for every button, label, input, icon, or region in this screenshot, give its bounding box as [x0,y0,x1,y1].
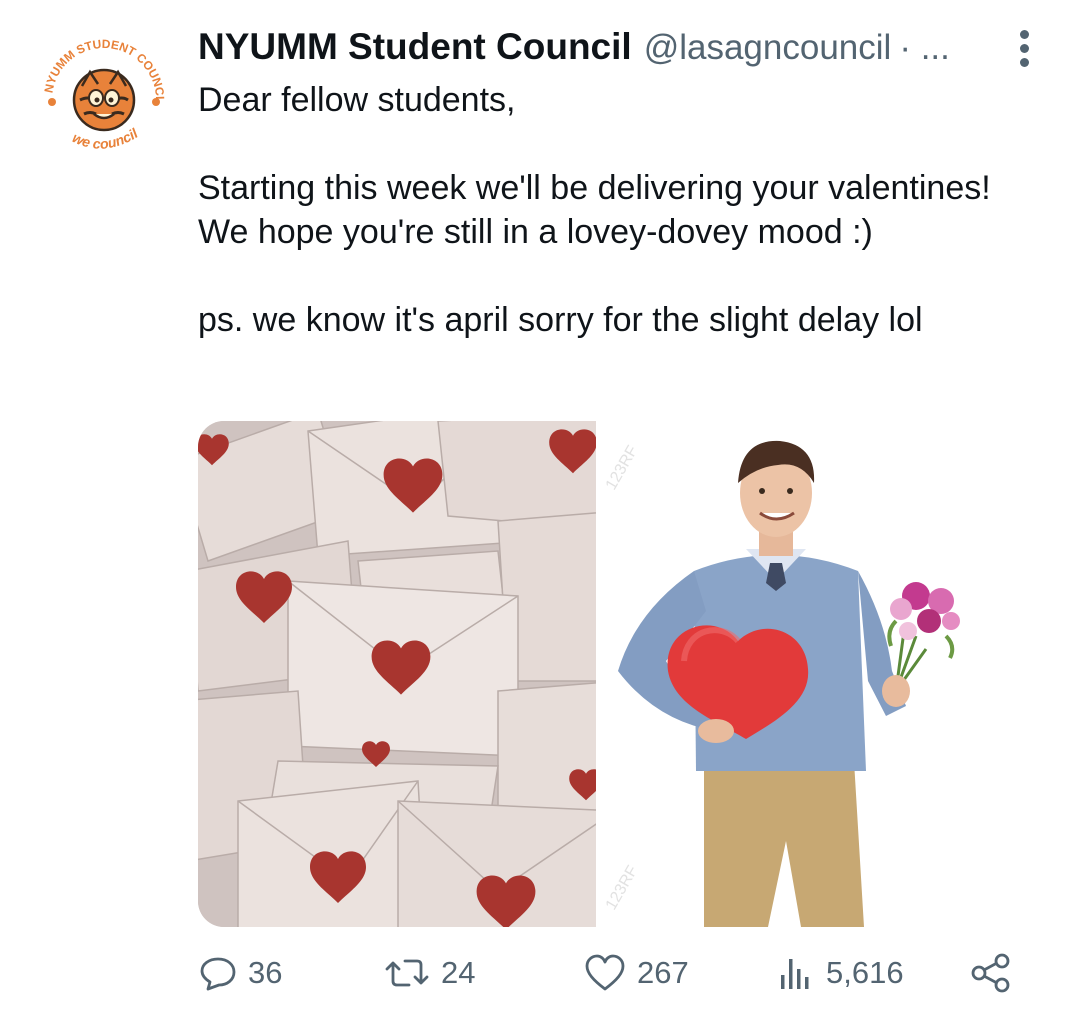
meta-separator: · ... [899,28,950,67]
like-button[interactable]: 267 [583,950,689,996]
reply-button[interactable]: 36 [198,950,282,996]
reply-count: 36 [248,955,283,990]
man-with-heart-image[interactable]: 123RF 123RF [596,421,1010,927]
profile-avatar[interactable]: NYUMM STUDENT COUNCIL we council [26,11,178,170]
views-chart-icon [781,959,809,989]
author-handle[interactable]: @lasagncouncil [644,28,892,68]
retweet-count: 24 [441,955,476,990]
views-button[interactable]: 5,616 [776,950,904,996]
author-name[interactable]: NYUMM Student Council [198,26,632,68]
share-button[interactable] [970,950,1012,996]
tweet-paragraph: Starting this week we'll be delivering y… [198,169,991,251]
tweet-media[interactable]: 123RF 123RF [198,421,1010,927]
heart-icon [585,954,625,991]
like-count: 267 [637,955,689,990]
share-icon [971,953,1010,993]
more-options-icon[interactable] [1016,30,1032,70]
views-count: 5,616 [826,955,904,990]
reply-icon [200,957,236,991]
tweet-actions: 36 24 267 5,616 [198,950,1018,996]
retweet-button[interactable]: 24 [383,950,475,996]
envelopes-image[interactable] [198,421,619,927]
tweet-header: NYUMM Student Council @lasagncouncil · .… [198,26,1030,70]
tweet-paragraph: ps. we know it's april sorry for the sli… [198,301,923,339]
retweet-icon [385,959,429,987]
tweet-paragraph: Dear fellow students, [198,81,516,119]
tweet-text: Dear fellow students, Starting this week… [198,78,1058,342]
